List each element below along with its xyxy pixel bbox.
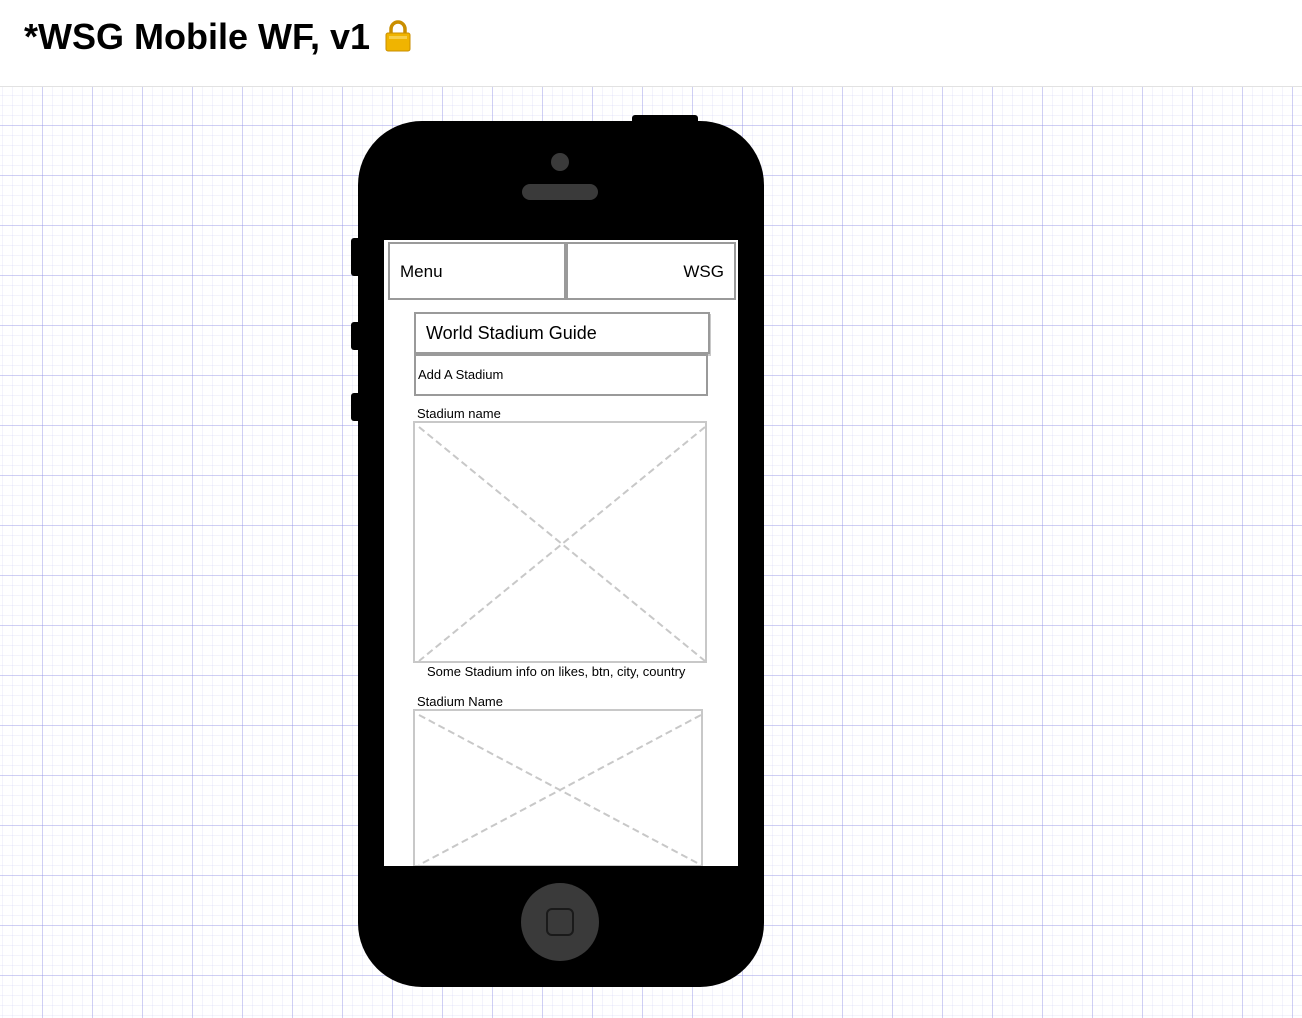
- stadium-name-label: Stadium Name: [417, 694, 503, 709]
- add-stadium-button[interactable]: Add A Stadium: [414, 354, 708, 396]
- nav-menu-label: Menu: [400, 262, 443, 281]
- nav-menu-cell[interactable]: Menu: [388, 242, 566, 300]
- phone-camera: [551, 153, 569, 171]
- stadium-info-text: Some Stadium info on likes, btn, city, c…: [427, 664, 686, 679]
- home-square-icon: [546, 908, 574, 936]
- add-stadium-label: Add A Stadium: [418, 367, 504, 382]
- image-placeholder-icon: [418, 714, 702, 866]
- document-title: *WSG Mobile WF, v1: [24, 16, 371, 57]
- phone-screen: Menu WSG World Stadium Guide Add A Stadi…: [384, 240, 738, 866]
- site-title-box[interactable]: World Stadium Guide: [414, 312, 710, 354]
- nav-brand-label: WSG: [683, 262, 724, 281]
- stadium-image-placeholder[interactable]: [413, 709, 703, 866]
- nav-brand-cell[interactable]: WSG: [566, 242, 736, 300]
- phone-speaker: [522, 184, 598, 200]
- document-header: *WSG Mobile WF, v1: [0, 0, 1302, 87]
- stadium-name-label: Stadium name: [417, 406, 501, 421]
- image-placeholder-icon: [418, 426, 706, 662]
- lock-icon[interactable]: [384, 20, 412, 52]
- site-title: World Stadium Guide: [426, 323, 597, 343]
- phone-home-button: [521, 883, 599, 961]
- stadium-image-placeholder[interactable]: [413, 421, 707, 663]
